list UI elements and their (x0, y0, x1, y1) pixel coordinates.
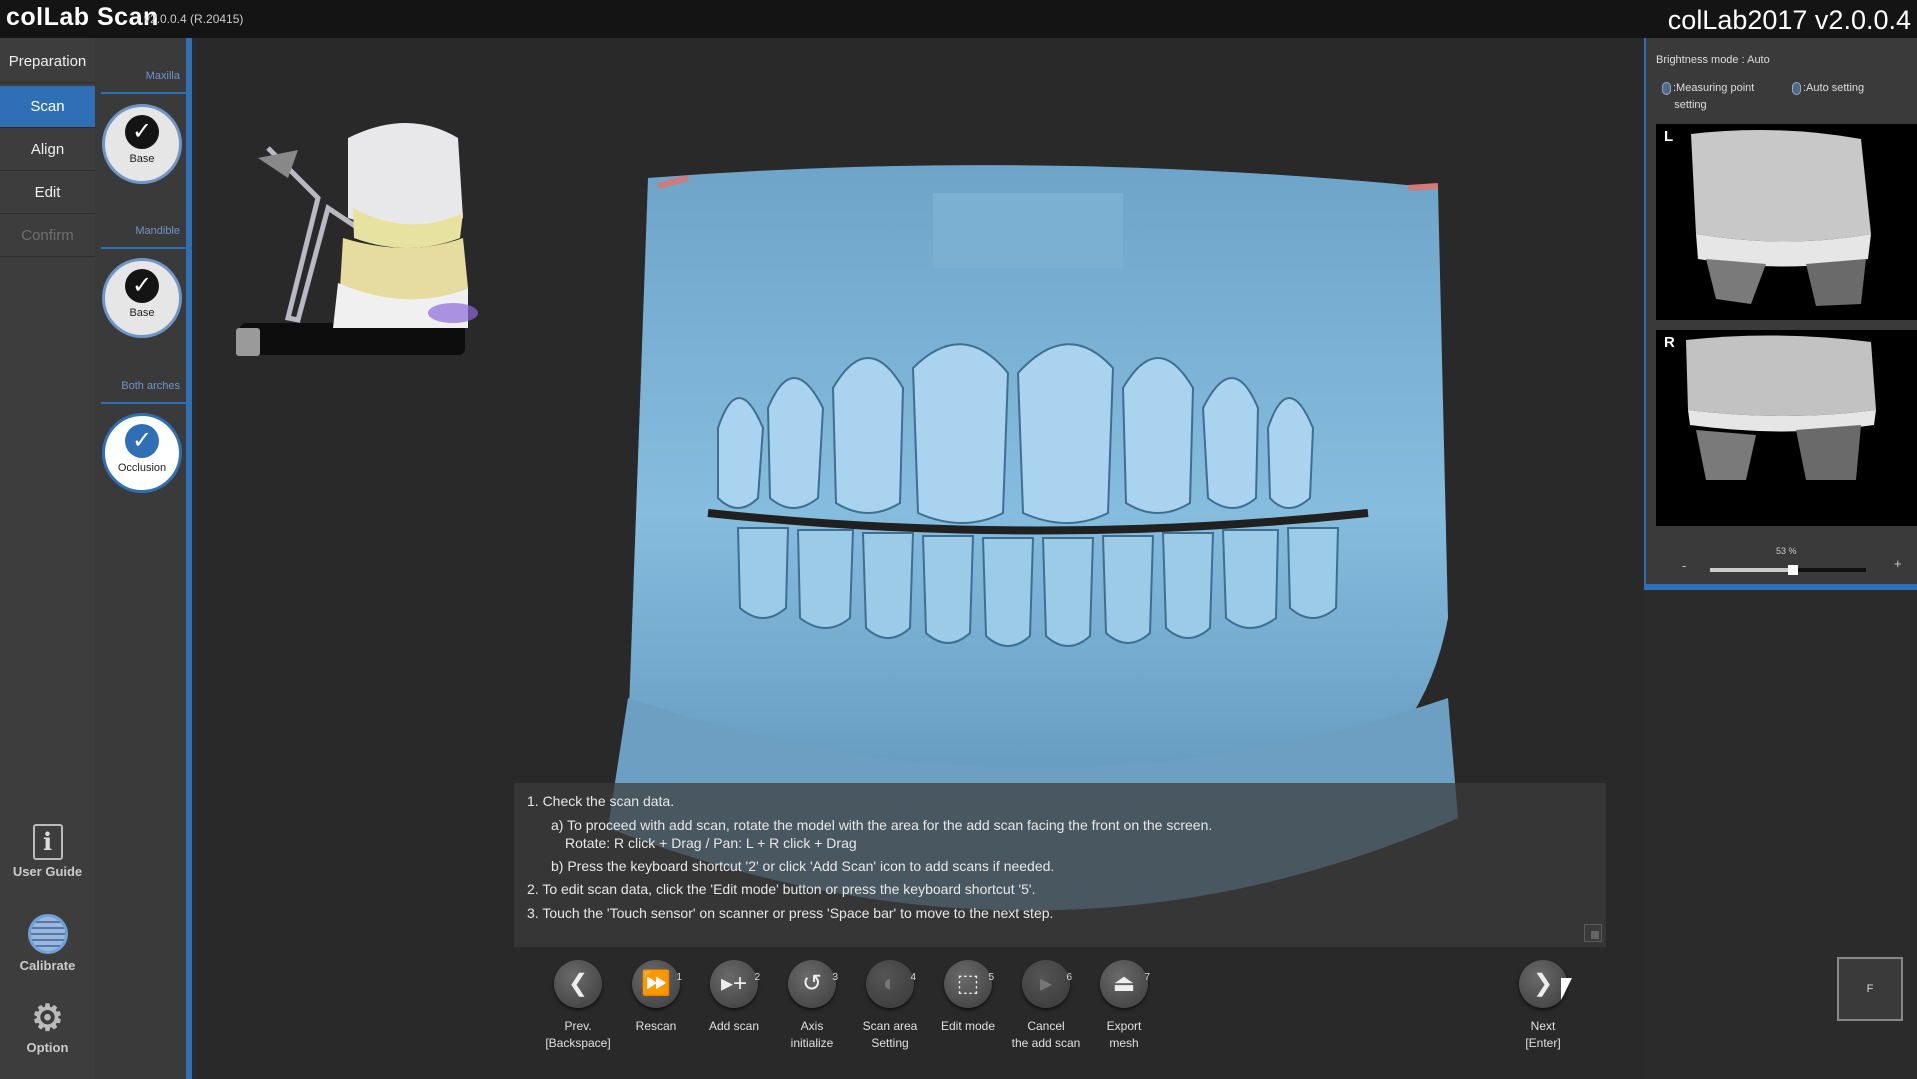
gear-icon: ⚙ (31, 997, 64, 1038)
camera-panel: Brightness mode : Auto :Measuring point … (1644, 38, 1917, 590)
step-occlusion[interactable]: ✓ Occlusion (102, 413, 182, 493)
articulator-model-image (236, 123, 478, 356)
brightness-mode-label: Brightness mode : Auto (1656, 54, 1770, 66)
camera-left-label: L (1664, 128, 1674, 145)
divider (101, 92, 186, 94)
measuring-point-legend: :Measuring point setting (1662, 80, 1754, 114)
chevron-right-icon: ❯ (1519, 960, 1567, 1008)
instruction-line: 3. Touch the 'Touch sensor' on scanner o… (527, 905, 1054, 921)
nav-label: Edit (34, 184, 61, 201)
edit-mode-icon: ⬚ 5 (944, 960, 994, 1008)
add-scan-icon: ▸+ 2 (710, 960, 760, 1008)
calibrate-label: Calibrate (19, 958, 76, 973)
shortcut-number: 2 (754, 972, 760, 983)
shortcut-number: 1 (676, 972, 682, 983)
nav-confirm: Confirm (0, 215, 95, 257)
mandible-label: Mandible (135, 225, 180, 237)
mouse-cursor (1561, 978, 1572, 1000)
export-mesh-button[interactable]: ⏏ 7 Export mesh (1078, 960, 1170, 1052)
user-guide-button[interactable]: i User Guide (0, 824, 95, 879)
camera-right-label: R (1664, 334, 1675, 351)
history-icon: ↺ 3 (788, 960, 838, 1008)
zoom-value: 53 % (1776, 546, 1797, 556)
export-icon: ⏏ 7 (1100, 960, 1150, 1008)
shortcut-number: 6 (1066, 972, 1072, 983)
nav-label: Confirm (21, 227, 74, 244)
camera-right-view[interactable]: R (1656, 330, 1917, 526)
scan-area-icon: ◐ 4 (866, 960, 916, 1008)
auto-setting-legend: :Auto setting (1792, 80, 1864, 97)
nav-align[interactable]: Align (0, 129, 95, 171)
window-title: colLab2017 v2.0.0.4 (1667, 5, 1911, 35)
instruction-line: 2. To edit scan data, click the 'Edit mo… (527, 881, 1036, 897)
legend-text: :Auto setting (1803, 82, 1865, 94)
camera-left-image (1691, 130, 1871, 306)
export-label: Export mesh (1106, 1019, 1142, 1050)
divider (101, 247, 186, 249)
nav-edit[interactable]: Edit (0, 172, 95, 214)
left-nav: Preparation Scan Align Edit Confirm i Us… (0, 38, 95, 1079)
shortcut-number: 3 (832, 972, 838, 983)
camera-right-image (1686, 335, 1876, 480)
calibrate-icon (27, 914, 68, 954)
nav-scan[interactable]: Scan (0, 86, 95, 128)
instruction-panel: 1. Check the scan data. a) To proceed wi… (514, 783, 1606, 947)
instruction-line: Rotate: R click + Drag / Pan: L + R clic… (565, 835, 857, 851)
shortcut-number: 4 (910, 972, 916, 983)
zoom-slider[interactable] (1710, 565, 1866, 575)
camera-left-view[interactable]: L (1656, 124, 1917, 320)
step-label: Base (129, 153, 155, 165)
nav-preparation[interactable]: Preparation (0, 41, 95, 83)
next-button[interactable]: ❯ Next [Enter] (1497, 960, 1589, 1052)
next-label: Next [Enter] (1525, 1019, 1561, 1050)
rescan-icon: ⏩ 1 (632, 960, 682, 1008)
app-version: v2.0.0.4 (R.20415) (144, 12, 244, 26)
both-arches-label: Both arches (121, 380, 180, 392)
zoom-control: - 53 % + (1646, 546, 1917, 576)
option-button[interactable]: ⚙ Option (0, 997, 95, 1056)
instruction-line: 1. Check the scan data. (527, 793, 675, 809)
check-icon: ✓ (125, 115, 159, 149)
info-icon: i (32, 824, 63, 860)
user-guide-label: User Guide (12, 864, 83, 879)
legend-text: :Measuring point setting (1673, 82, 1755, 111)
app-logo: colLab Scan (6, 3, 159, 31)
zoom-slider-fill (1710, 568, 1793, 572)
check-icon: ✓ (125, 269, 159, 303)
step-mandible-base[interactable]: ✓ Base (102, 258, 182, 338)
instruction-line: b) Press the keyboard shortcut '2' or cl… (551, 858, 1055, 874)
step-maxilla-base[interactable]: ✓ Base (102, 104, 182, 184)
nav-label: Align (30, 141, 65, 158)
check-icon: ✓ (125, 424, 159, 458)
zoom-slider-thumb[interactable] (1787, 565, 1798, 575)
mouse-left-icon (1662, 81, 1671, 95)
shortcut-number: 7 (1144, 972, 1150, 983)
option-label: Option (26, 1040, 69, 1055)
zoom-out-button[interactable]: - (1682, 558, 1686, 573)
nav-label: Scan (30, 98, 65, 115)
chevron-left-icon: ❮ (554, 960, 602, 1008)
calibrate-button[interactable]: Calibrate (0, 914, 95, 973)
zoom-in-button[interactable]: + (1894, 556, 1902, 571)
step-label: Base (129, 307, 155, 319)
mouse-right-icon (1792, 81, 1801, 95)
maxilla-label: Maxilla (145, 70, 180, 82)
front-view-button[interactable]: F (1837, 957, 1903, 1021)
title-bar: colLab Scan v2.0.0.4 (R.20415) colLab201… (0, 0, 1917, 38)
cancel-add-scan-icon: ▸ 6 (1022, 960, 1072, 1008)
scan-step-column: Maxilla ✓ Base Mandible ✓ Base Both arch… (95, 38, 192, 1079)
nav-label: Preparation (8, 53, 87, 70)
step-label: Occlusion (117, 462, 167, 474)
divider (101, 402, 186, 404)
shortcut-number: 5 (988, 972, 994, 983)
instruction-line: a) To proceed with add scan, rotate the … (551, 817, 1213, 833)
